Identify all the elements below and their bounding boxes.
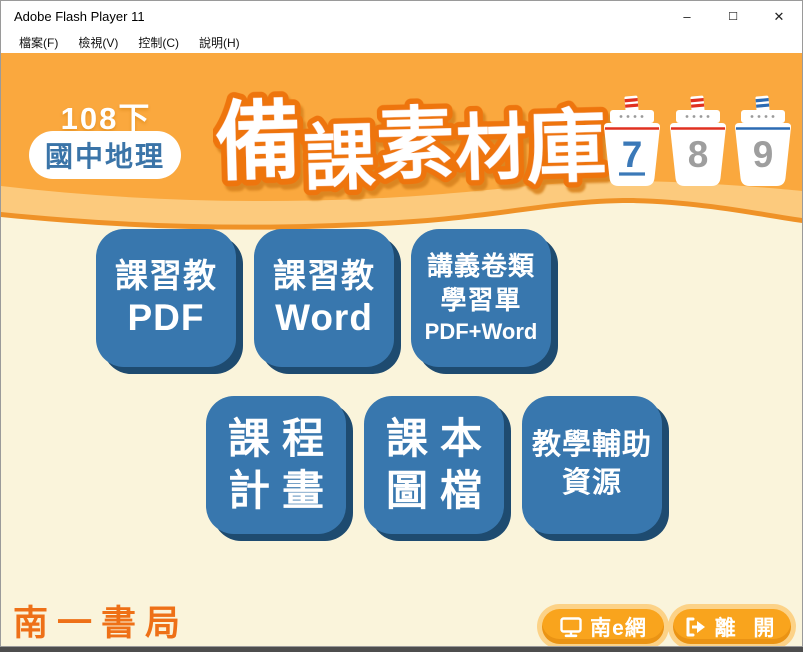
button-label-line: 課程: [227, 414, 336, 462]
kexijiao-pdf-button[interactable]: 課習教 PDF: [96, 229, 236, 367]
grade-7-boat-tab[interactable]: 7: [602, 94, 662, 188]
subject-badge: 國中地理: [29, 131, 181, 179]
publisher-logo: 南一書局: [13, 603, 190, 644]
grade-9-number: 9: [753, 134, 774, 175]
flash-player-window: Adobe Flash Player 11 – ☐ ✕ 檔案(F) 檢視(V) …: [0, 0, 803, 647]
kexijiao-word-button[interactable]: 課習教 Word: [254, 229, 394, 367]
monitor-icon: [560, 616, 582, 637]
textbook-images-button[interactable]: 課本 圖檔: [364, 396, 504, 534]
button-label-line: 學習單: [440, 284, 522, 315]
menu-file[interactable]: 檔案(F): [9, 32, 68, 53]
title-char-1: 備: [214, 93, 302, 191]
title-char-3: 素: [375, 99, 455, 189]
maximize-button[interactable]: ☐: [710, 1, 756, 32]
grade-8-number: 8: [688, 134, 709, 175]
menu-control[interactable]: 控制(C): [128, 32, 189, 53]
flash-stage: 108下 國中地理 備 課 素 材 庫 7 8 9 課習教 PDF 課習教 Wo…: [1, 53, 802, 646]
title-char-2: 課: [303, 118, 377, 200]
subject-label: 國中地理: [44, 141, 165, 172]
worksheets-pdf-word-button[interactable]: 講義卷類 學習單 PDF+Word: [411, 229, 551, 367]
button-label-line: 課習教: [273, 257, 375, 295]
button-label-line: 計畫: [227, 467, 336, 514]
window-title: Adobe Flash Player 11: [14, 9, 145, 24]
button-label-line: 課習教: [115, 257, 217, 295]
menu-help[interactable]: 說明(H): [189, 32, 250, 53]
minimize-button[interactable]: –: [664, 1, 710, 32]
button-label-line: 講義卷類: [426, 250, 535, 281]
exit-button[interactable]: 離 開: [673, 609, 791, 644]
grade-7-number: 7: [622, 134, 643, 175]
button-label-line: 教學輔助: [531, 429, 652, 462]
exit-icon: [686, 617, 705, 636]
button-label-line: 圖檔: [385, 467, 494, 514]
window-controls: – ☐ ✕: [664, 1, 802, 32]
exit-label: 離 開: [714, 616, 781, 640]
button-label-line: PDF: [127, 297, 205, 339]
menubar: 檔案(F) 檢視(V) 控制(C) 說明(H): [1, 32, 802, 53]
teaching-aids-button[interactable]: 教學輔助 資源: [522, 396, 662, 534]
taskbar-edge: [0, 647, 803, 652]
nan-e-web-button[interactable]: 南e網: [542, 609, 664, 644]
button-label-line: Word: [275, 297, 373, 339]
title-char-4: 材: [454, 108, 528, 190]
button-label-line: 課本: [385, 414, 494, 462]
title-char-5: 庫: [525, 102, 607, 193]
app-title: 備 課 素 材 庫: [213, 87, 611, 205]
menu-view[interactable]: 檢視(V): [68, 32, 128, 53]
nan-e-web-label: 南e網: [590, 616, 647, 640]
close-button[interactable]: ✕: [756, 1, 802, 32]
curriculum-plan-button[interactable]: 課程 計畫: [206, 396, 346, 534]
grade-9-boat-tab[interactable]: 9: [733, 94, 793, 188]
button-label-line: 資源: [561, 467, 622, 499]
button-label-line: PDF+Word: [424, 318, 538, 344]
titlebar: Adobe Flash Player 11 – ☐ ✕: [1, 1, 802, 32]
grade-8-boat-tab[interactable]: 8: [668, 94, 728, 188]
